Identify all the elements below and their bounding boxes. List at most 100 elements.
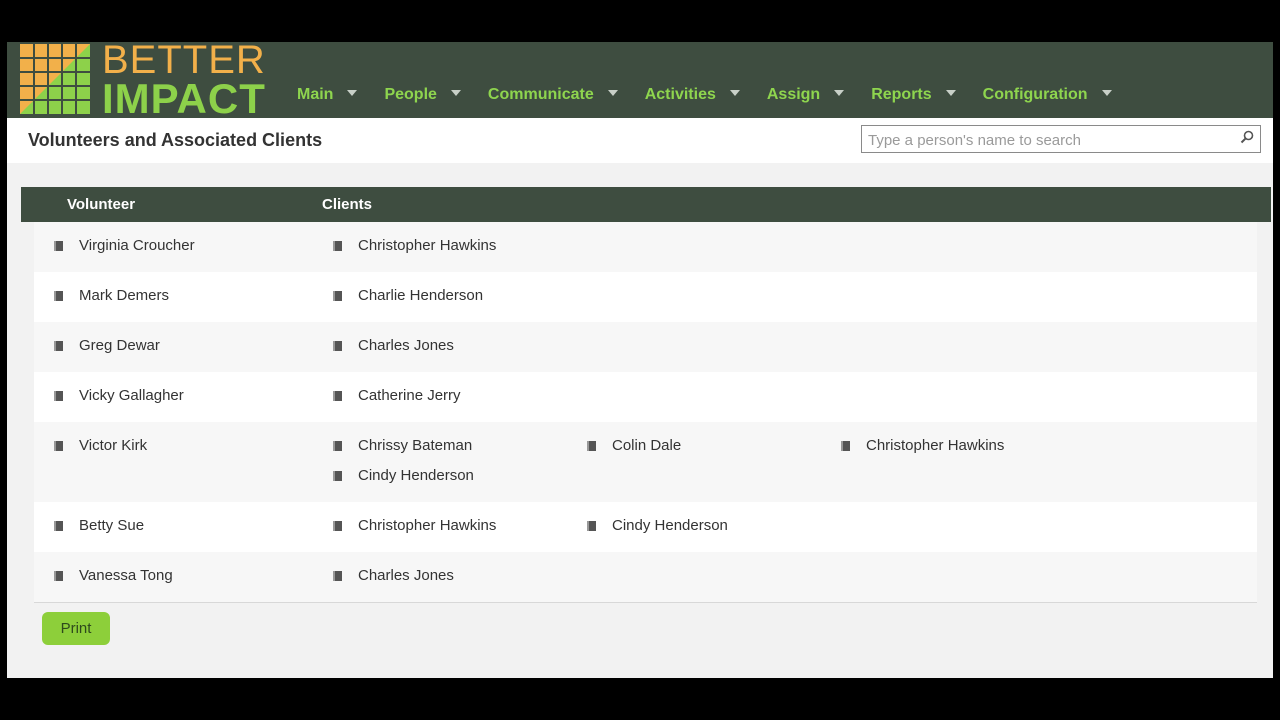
person-icon: [54, 241, 63, 251]
client-name[interactable]: Christopher Hawkins: [841, 437, 1004, 454]
client-name[interactable]: Charlie Henderson: [333, 287, 483, 304]
volunteer-name[interactable]: Vanessa Tong: [54, 567, 173, 584]
table-row: Victor Kirk Chrissy Bateman Colin Dale C…: [34, 422, 1257, 502]
person-icon: [333, 571, 342, 581]
top-navigation-bar: BETTER IMPACT Main People Communicate Ac…: [7, 40, 1273, 120]
table-row: Betty Sue Christopher Hawkins Cindy Hend…: [34, 502, 1257, 552]
table-row: Vanessa Tong Charles Jones: [34, 552, 1257, 602]
client-name[interactable]: Charles Jones: [333, 567, 454, 584]
nav-assign[interactable]: Assign: [766, 86, 845, 104]
volunteer-name-text: Mark Demers: [79, 287, 170, 304]
volunteer-name[interactable]: Virginia Croucher: [54, 237, 195, 254]
volunteer-name-text: Virginia Croucher: [79, 237, 195, 254]
caret-down-icon: [945, 90, 956, 96]
nav-people[interactable]: People: [384, 86, 461, 104]
person-icon: [841, 441, 850, 451]
client-name-text: Charlie Henderson: [358, 287, 484, 304]
volunteer-name[interactable]: Greg Dewar: [54, 337, 160, 354]
client-name-text: Charles Jones: [358, 337, 454, 354]
print-button[interactable]: Print: [42, 612, 110, 645]
person-icon: [587, 521, 596, 531]
main-menu: Main People Communicate Activities Assig…: [297, 86, 1112, 104]
nav-configuration[interactable]: Configuration: [983, 86, 1112, 104]
nav-reports[interactable]: Reports: [871, 86, 956, 104]
client-name[interactable]: Christopher Hawkins: [333, 517, 496, 534]
client-name[interactable]: Catherine Jerry: [333, 387, 461, 404]
volunteers-clients-table: Volunteer Clients Virginia Croucher Chri…: [21, 187, 1271, 603]
client-name-text: Christopher Hawkins: [358, 237, 497, 254]
page-title: Volunteers and Associated Clients: [28, 130, 323, 150]
client-name-text: Christopher Hawkins: [358, 517, 497, 534]
better-impact-logo-icon[interactable]: [20, 44, 90, 114]
client-name[interactable]: Cindy Henderson: [333, 467, 474, 484]
nav-reports-label: Reports: [871, 86, 932, 103]
brand-name[interactable]: BETTER IMPACT: [102, 40, 266, 120]
nav-configuration-label: Configuration: [982, 86, 1088, 103]
client-name-text: Cindy Henderson: [358, 467, 474, 484]
client-name-text: Chrissy Bateman: [358, 437, 473, 454]
column-header-volunteer: Volunteer: [67, 196, 136, 213]
person-icon: [333, 521, 342, 531]
nav-main[interactable]: Main: [297, 86, 358, 104]
volunteer-name-text: Vanessa Tong: [79, 567, 173, 584]
client-name-text: Cindy Henderson: [612, 517, 728, 534]
nav-activities-label: Activities: [644, 86, 716, 103]
volunteer-name-text: Greg Dewar: [79, 337, 160, 354]
caret-down-icon: [607, 90, 618, 96]
client-name[interactable]: Charles Jones: [333, 337, 454, 354]
volunteer-name[interactable]: Betty Sue: [54, 517, 144, 534]
table-row: Virginia Croucher Christopher Hawkins: [34, 222, 1257, 272]
person-icon: [54, 441, 63, 451]
client-name-text: Colin Dale: [612, 437, 682, 454]
nav-communicate-label: Communicate: [487, 86, 594, 103]
volunteer-name-text: Vicky Gallagher: [79, 387, 184, 404]
volunteer-name[interactable]: Vicky Gallagher: [54, 387, 184, 404]
person-icon: [333, 391, 342, 401]
table-divider: [34, 602, 1257, 603]
client-name[interactable]: Colin Dale: [587, 437, 681, 454]
brand-line-1: BETTER: [102, 38, 266, 82]
client-name[interactable]: Chrissy Bateman: [333, 437, 472, 454]
table-row: Mark Demers Charlie Henderson: [34, 272, 1257, 322]
nav-assign-label: Assign: [766, 86, 821, 103]
nav-activities[interactable]: Activities: [645, 86, 740, 104]
app-window: BETTER IMPACT Main People Communicate Ac…: [7, 40, 1273, 678]
person-icon: [333, 471, 342, 481]
caret-down-icon: [450, 90, 461, 96]
nav-people-label: People: [384, 86, 437, 103]
caret-down-icon: [1101, 90, 1112, 96]
volunteer-name[interactable]: Mark Demers: [54, 287, 169, 304]
person-icon: [54, 341, 63, 351]
column-header-clients: Clients: [322, 196, 373, 213]
brand-line-2: IMPACT: [102, 75, 266, 122]
volunteer-name-text: Betty Sue: [79, 517, 145, 534]
person-icon: [587, 441, 596, 451]
person-search: [861, 125, 1261, 153]
table-header: Volunteer Clients: [21, 187, 1271, 222]
volunteer-name-text: Victor Kirk: [79, 437, 148, 454]
search-icon[interactable]: [1240, 130, 1254, 144]
table-row: Vicky Gallagher Catherine Jerry: [34, 372, 1257, 422]
nav-communicate[interactable]: Communicate: [488, 86, 618, 104]
table-row: Greg Dewar Charles Jones: [34, 322, 1257, 372]
page-header: Volunteers and Associated Clients: [7, 118, 1273, 163]
caret-down-icon: [347, 90, 358, 96]
person-icon: [54, 391, 63, 401]
client-name[interactable]: Cindy Henderson: [587, 517, 728, 534]
caret-down-icon: [729, 90, 740, 96]
person-icon: [333, 241, 342, 251]
caret-down-icon: [834, 90, 845, 96]
person-icon: [333, 291, 342, 301]
person-icon: [333, 341, 342, 351]
volunteer-name[interactable]: Victor Kirk: [54, 437, 147, 454]
nav-main-label: Main: [297, 86, 334, 103]
person-icon: [54, 291, 63, 301]
client-name-text: Catherine Jerry: [358, 387, 461, 404]
person-icon: [54, 521, 63, 531]
client-name-text: Christopher Hawkins: [866, 437, 1005, 454]
person-icon: [54, 571, 63, 581]
client-name-text: Charles Jones: [358, 567, 454, 584]
search-input[interactable]: [866, 127, 1230, 153]
person-icon: [333, 441, 342, 451]
client-name[interactable]: Christopher Hawkins: [333, 237, 496, 254]
